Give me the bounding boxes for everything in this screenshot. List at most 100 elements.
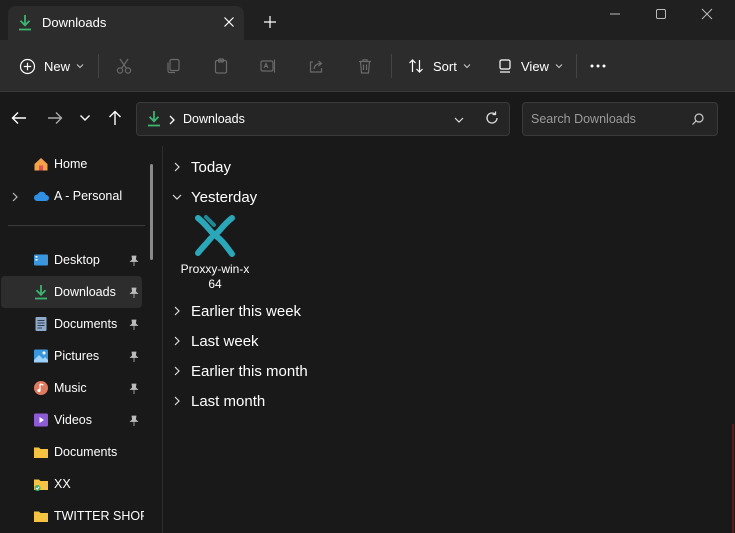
cut-icon[interactable]: [115, 50, 135, 82]
pin-icon[interactable]: [129, 350, 139, 368]
download-icon: [33, 284, 49, 300]
breadcrumb-chevron-icon[interactable]: [168, 113, 176, 131]
new-button[interactable]: New: [14, 50, 84, 82]
sort-icon: [407, 57, 425, 75]
chevron-down-icon: [76, 63, 84, 69]
view-label: View: [521, 58, 549, 74]
desktop-icon: [33, 252, 49, 268]
maximize-icon[interactable]: [638, 0, 684, 28]
toolbar-divider: [576, 54, 577, 78]
paste-icon[interactable]: [212, 50, 232, 82]
sidebar-item-label: XX: [54, 477, 71, 491]
pin-icon[interactable]: [129, 382, 139, 400]
tab-downloads[interactable]: Downloads: [8, 6, 244, 40]
sidebar-item-xx[interactable]: XX: [1, 468, 142, 500]
group-header-today[interactable]: Today: [171, 155, 231, 179]
sidebar-item-downloads[interactable]: Downloads: [1, 276, 142, 308]
close-window-icon[interactable]: [684, 0, 730, 28]
cloud-icon: [33, 188, 49, 204]
plus-circle-icon: [19, 58, 36, 75]
videos-icon: [33, 412, 49, 428]
close-tab-icon[interactable]: [218, 11, 240, 33]
chevron-right-icon: [171, 365, 183, 377]
pin-icon[interactable]: [129, 286, 139, 304]
sidebar-item-home[interactable]: Home: [1, 148, 142, 180]
sidebar-item-documents-folder[interactable]: Documents: [1, 436, 142, 468]
chevron-down-icon: [171, 191, 183, 203]
group-label: Earlier this week: [191, 302, 302, 320]
download-icon: [17, 14, 33, 32]
proxxy-app-icon: [192, 212, 238, 258]
group-label: Yesterday: [191, 188, 258, 206]
search-icon[interactable]: [691, 112, 705, 131]
sidebar-item-music[interactable]: Music: [1, 372, 142, 404]
view-button[interactable]: View: [493, 50, 563, 82]
group-header-earlier-this-month[interactable]: Earlier this month: [171, 359, 308, 383]
sidebar-item-label: TWITTER SHORT C: [54, 509, 144, 523]
copy-icon[interactable]: [164, 50, 184, 82]
sidebar-item-pictures[interactable]: Pictures: [1, 340, 142, 372]
sidebar-item-videos[interactable]: Videos: [1, 404, 142, 436]
minimize-icon[interactable]: [592, 0, 638, 28]
file-name: Proxxy-win-x64: [180, 262, 250, 291]
delete-icon[interactable]: [356, 50, 376, 82]
navigation-pane: Home A - Personal Desktop Downloads Docu…: [0, 146, 160, 533]
sort-label: Sort: [433, 58, 457, 74]
group-label: Earlier this month: [191, 362, 308, 380]
pictures-icon: [33, 348, 49, 364]
pin-icon[interactable]: [129, 318, 139, 336]
group-header-yesterday[interactable]: Yesterday: [171, 185, 257, 209]
view-icon: [497, 58, 513, 74]
folder-icon: [33, 476, 49, 492]
sidebar-item-documents[interactable]: Documents: [1, 308, 142, 340]
more-icon[interactable]: [589, 50, 611, 82]
title-bar: Downloads: [0, 0, 735, 40]
command-bar: New Sort View: [0, 40, 735, 92]
chevron-right-icon: [171, 305, 183, 317]
new-label: New: [44, 58, 71, 74]
address-history-chevron-icon[interactable]: [453, 113, 465, 131]
window-edge: [732, 424, 734, 533]
group-label: Last month: [191, 392, 266, 410]
sort-button[interactable]: Sort: [403, 50, 471, 82]
search-box[interactable]: [522, 102, 718, 136]
group-label: Today: [191, 158, 232, 176]
group-label: Last week: [191, 332, 259, 350]
home-icon: [33, 156, 49, 172]
download-icon: [146, 110, 162, 133]
tab-title: Downloads: [42, 15, 107, 30]
pin-icon[interactable]: [129, 254, 139, 272]
sidebar-item-onedrive-personal[interactable]: A - Personal: [1, 180, 142, 212]
address-bar[interactable]: Downloads: [136, 102, 510, 136]
search-input[interactable]: [531, 109, 686, 129]
group-header-last-week[interactable]: Last week: [171, 329, 259, 353]
sidebar-item-label: Documents: [54, 445, 118, 459]
chevron-right-icon: [171, 395, 183, 407]
file-item-proxxy[interactable]: Proxxy-win-x64: [180, 212, 250, 296]
file-list: Today Yesterday Proxxy-win-x64 Earlier t…: [163, 146, 735, 533]
group-header-earlier-this-week[interactable]: Earlier this week: [171, 299, 301, 323]
chevron-down-icon: [555, 63, 563, 69]
pin-icon[interactable]: [129, 414, 139, 432]
forward-arrow-icon[interactable]: [44, 107, 66, 129]
sidebar-scrollbar[interactable]: [150, 164, 153, 260]
sidebar-item-label: Home: [54, 157, 88, 171]
up-arrow-icon[interactable]: [104, 107, 126, 129]
sidebar-divider: [8, 225, 145, 226]
refresh-icon[interactable]: [484, 110, 500, 131]
sidebar-item-twitter-short[interactable]: TWITTER SHORT C: [1, 500, 144, 532]
toolbar-divider: [98, 54, 99, 78]
group-header-last-month[interactable]: Last month: [171, 389, 265, 413]
back-arrow-icon[interactable]: [8, 107, 30, 129]
new-tab-icon[interactable]: [257, 10, 283, 34]
toolbar-divider: [391, 54, 392, 78]
file-explorer-window: Downloads New Sort View Downloads Search…: [0, 0, 735, 533]
sidebar-item-desktop[interactable]: Desktop: [1, 244, 142, 276]
share-icon[interactable]: [307, 50, 327, 82]
breadcrumb-downloads[interactable]: Downloads: [183, 112, 245, 126]
rename-icon[interactable]: [259, 50, 279, 82]
recent-locations-chevron-icon[interactable]: [74, 107, 96, 129]
chevron-right-icon[interactable]: [11, 190, 19, 208]
chevron-right-icon: [171, 335, 183, 347]
folder-icon: [33, 444, 49, 460]
